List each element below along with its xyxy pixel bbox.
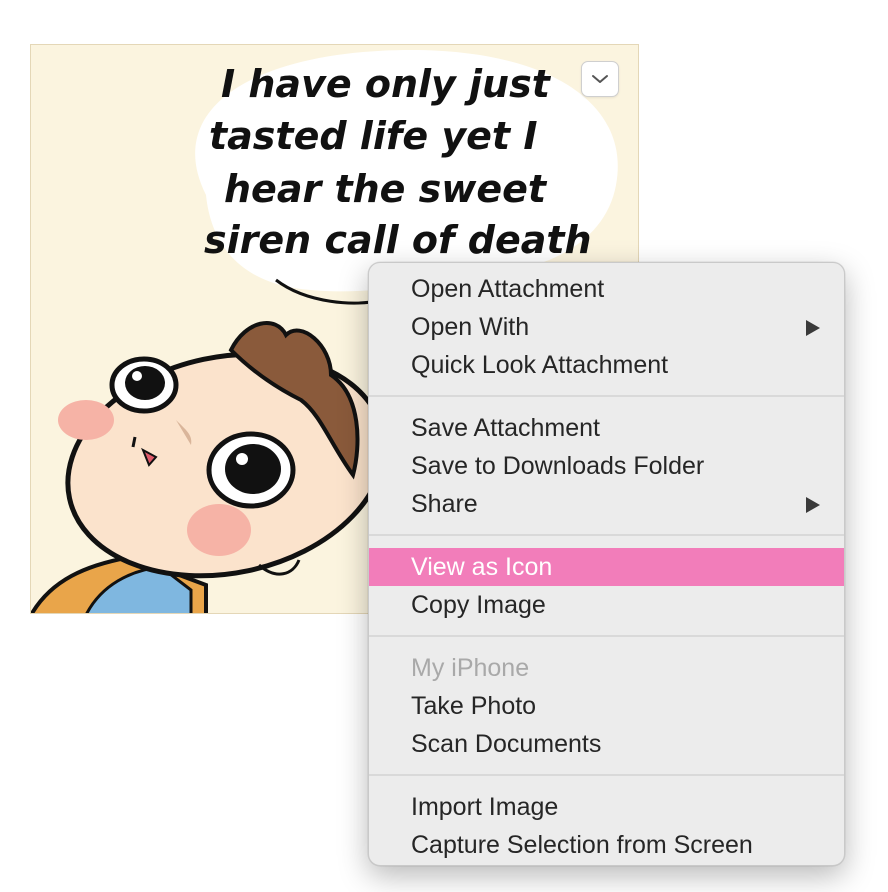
speech-line-1: I have only just <box>221 62 552 106</box>
menu-separator <box>369 635 844 637</box>
menu-item-label: View as Icon <box>411 553 553 581</box>
chevron-right-icon <box>806 320 820 336</box>
menu-separator <box>369 395 844 397</box>
menu-item-label: Save Attachment <box>411 414 601 442</box>
speech-line-2: tasted life yet I <box>209 114 537 158</box>
menu-section-label: My iPhone <box>411 654 530 682</box>
menu-item-label: Open With <box>411 313 530 341</box>
menu-item-label: Capture Selection from Screen <box>411 831 753 859</box>
menu-item-label: Quick Look Attachment <box>411 351 669 379</box>
menu-item-label: Copy Image <box>411 591 546 619</box>
context-menu: Open Attachment Open With Quick Look Att… <box>368 262 845 866</box>
menu-item-open-with[interactable]: Open With <box>369 308 844 346</box>
speech-line-3: hear the sweet <box>224 167 548 211</box>
menu-item-label: Open Attachment <box>411 275 605 303</box>
menu-item-label: Scan Documents <box>411 730 602 758</box>
menu-item-save-attachment[interactable]: Save Attachment <box>369 409 844 447</box>
menu-item-copy-image[interactable]: Copy Image <box>369 586 844 624</box>
menu-item-scan-documents[interactable]: Scan Documents <box>369 725 844 763</box>
menu-item-import-image[interactable]: Import Image <box>369 788 844 826</box>
speech-line-4: siren call of death <box>204 218 592 262</box>
menu-item-take-photo[interactable]: Take Photo <box>369 687 844 725</box>
menu-item-view-as-icon[interactable]: View as Icon <box>369 548 844 586</box>
menu-item-label: Take Photo <box>411 692 537 720</box>
chevron-down-icon <box>592 75 608 83</box>
menu-item-share[interactable]: Share <box>369 485 844 523</box>
menu-separator <box>369 534 844 536</box>
menu-item-label: Import Image <box>411 793 559 821</box>
menu-item-label: Save to Downloads Folder <box>411 452 705 480</box>
menu-item-label: Share <box>411 490 478 518</box>
menu-item-quick-look-attachment[interactable]: Quick Look Attachment <box>369 346 844 384</box>
menu-section-header-my-iphone: My iPhone <box>369 649 844 687</box>
chevron-right-icon <box>806 497 820 513</box>
menu-item-capture-selection[interactable]: Capture Selection from Screen <box>369 826 844 864</box>
menu-item-save-to-downloads[interactable]: Save to Downloads Folder <box>369 447 844 485</box>
menu-item-open-attachment[interactable]: Open Attachment <box>369 270 844 308</box>
menu-separator <box>369 774 844 776</box>
attachment-options-button[interactable] <box>581 61 619 97</box>
